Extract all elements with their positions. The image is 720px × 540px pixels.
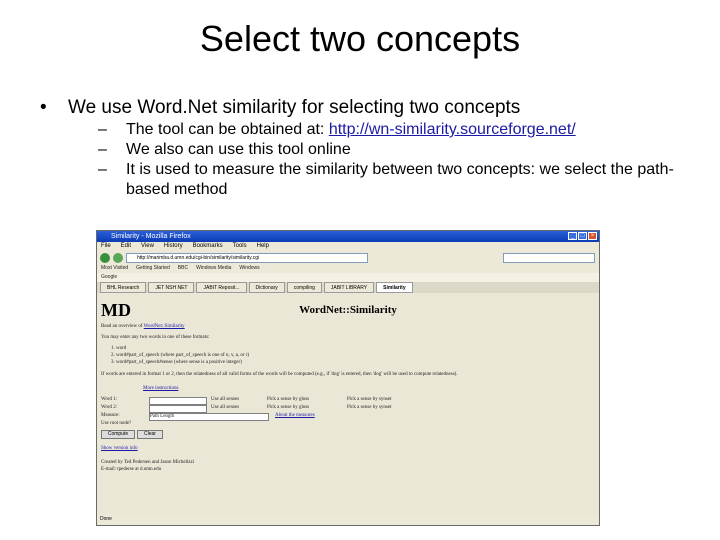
menu-bookmarks[interactable]: Bookmarks [193,242,223,251]
menu-bar: File Edit View History Bookmarks Tools H… [97,242,599,251]
sub-bullet-3-text: It is used to measure the similarity bet… [126,161,674,198]
dash-icon: – [98,161,107,178]
google-toolbar: Google [97,273,599,282]
word1-pick-synset[interactable]: Pick a sense by synset [347,397,391,402]
forward-icon[interactable] [113,252,123,263]
sub-bullet-1-content: The tool can be obtained at: http://wn-s… [126,120,576,140]
tab-compiling[interactable]: compiling [286,282,322,293]
window-titlebar: Similarity - Mozilla Firefox _ □ × [97,231,599,242]
bookmark-windows[interactable]: Windows [239,264,259,273]
overview-text: Read an overview of [101,324,144,329]
window-title: Similarity - Mozilla Firefox [111,233,191,240]
menu-history[interactable]: History [164,242,183,251]
overview-link[interactable]: WordNet::Similarity [144,324,185,329]
credits-line-2: E-mail: tpederse at d.umn.edu [101,467,162,472]
word1-pick-gloss[interactable]: Pick a sense by gloss [267,397,309,402]
tab-jabit-reposit[interactable]: JABIT Reposit... [196,282,247,293]
tab-dictionary[interactable]: Dictionary [248,282,285,293]
tab-bhl-research[interactable]: BHL Research [100,282,147,293]
bookmarks-bar: Most Visited Getting Started BBC Windows… [97,264,599,273]
overview-line: Read an overview of WordNet::Similarity [101,324,185,329]
sub-bullet-1-text: The tool can be obtained at: [126,121,329,138]
minimize-icon[interactable]: _ [568,232,577,240]
word2-use-all[interactable]: Use all senses [211,405,239,410]
more-instructions-text[interactable]: More instructions [143,386,178,391]
format-1: 1. word [111,346,127,351]
maximize-icon[interactable]: □ [578,232,587,240]
slide-title: Select two concepts [199,18,521,59]
word1-label: Word 1: [101,397,118,402]
menu-edit[interactable]: Edit [121,242,131,251]
sub-bullet-2-text: We also can use this tool online [126,141,351,158]
about-measures-text[interactable]: About the measures [275,413,315,418]
page-content: MD WordNet::Similarity Read an overview … [97,294,599,514]
window-controls: _ □ × [568,232,597,240]
status-bar: Done [97,514,599,524]
format-2: 2. word#part_of_speech (where part_of_sp… [111,353,250,358]
measure-label: Measure: [101,413,120,418]
sub-bullet-2: – We also can use this tool online [98,140,700,160]
bullet-main-text: We use Word.Net similarity for selecting… [68,97,521,118]
word2-pick-gloss[interactable]: Pick a sense by gloss [267,405,309,410]
show-version-text[interactable]: Show version info [101,446,138,451]
measure-select[interactable]: Path Length [149,413,269,421]
word2-label: Word 2: [101,405,118,410]
sub-bullet-3: – It is used to measure the similarity b… [98,160,700,200]
format-3: 3. word#part_of_speech#sense (where sens… [111,360,242,365]
bullet-main: • We use Word.Net similarity for selecti… [40,96,700,120]
tab-jabit-library[interactable]: JABIT LIBRARY [323,282,375,293]
more-instructions-link[interactable]: More instructions [143,386,178,391]
menu-tools[interactable]: Tools [233,242,247,251]
dash-icon: – [98,141,107,158]
use-root-checkbox[interactable]: Use root node? [101,421,131,426]
bookmark-windows-media[interactable]: Windows Media [196,264,231,273]
about-measures-link[interactable]: About the measures [275,413,315,418]
word2-pick-synset[interactable]: Pick a sense by synset [347,405,391,410]
page-title: WordNet::Similarity [299,304,397,316]
back-icon[interactable] [100,252,110,263]
bookmark-getting-started[interactable]: Getting Started [136,264,170,273]
word1-input[interactable] [149,397,207,405]
bookmark-bbc[interactable]: BBC [178,264,188,273]
bookmark-most-visited[interactable]: Most Visited [101,264,128,273]
sourceforge-link[interactable]: http://wn-similarity.sourceforge.net/ [329,121,576,138]
sub-bullet-1: – The tool can be obtained at: http://wn… [98,120,700,140]
intro-text: You may enter any two words in one of th… [101,335,210,340]
tab-jet[interactable]: JET NSH NET [148,282,195,293]
url-bar[interactable]: http://marimba.d.umn.edu/cgi-bin/similar… [126,252,368,263]
menu-view[interactable]: View [141,242,154,251]
search-input[interactable] [503,252,595,263]
dash-icon: – [98,121,107,138]
word1-use-all[interactable]: Use all senses [211,397,239,402]
bullet-dot: • [40,97,47,118]
browser-screenshot: Similarity - Mozilla Firefox _ □ × File … [96,230,600,526]
bullet-list: • We use Word.Net similarity for selecti… [40,96,700,200]
menu-help[interactable]: Help [257,242,269,251]
tab-similarity[interactable]: Similarity [376,282,413,293]
menu-file[interactable]: File [101,242,111,251]
note-text: If words are entered in format 1 or 2, t… [101,372,458,377]
credits-line-1: Created by Ted Pedersen and Jason Michel… [101,460,195,465]
word2-input[interactable] [149,405,207,413]
compute-button[interactable]: Compute [101,430,135,439]
nav-toolbar: http://marimba.d.umn.edu/cgi-bin/similar… [97,251,599,264]
google-label: Google [101,274,118,280]
use-root-text[interactable]: Use root node? [101,421,131,426]
tab-bar: BHL Research JET NSH NET JABIT Reposit..… [97,282,599,293]
show-version-link[interactable]: Show version info [101,446,138,451]
close-icon[interactable]: × [588,232,597,240]
clear-button[interactable]: Clear [137,430,163,439]
